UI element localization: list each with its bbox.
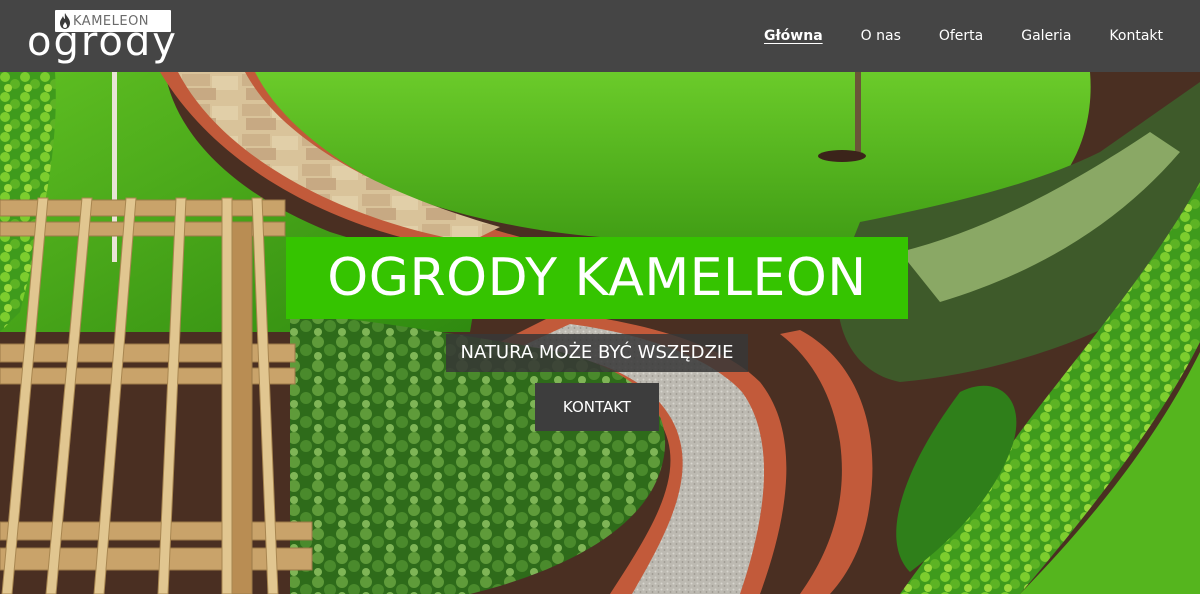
site-header: KAMELEON ogrody Główna O nas Oferta Gale… bbox=[0, 0, 1200, 72]
site-logo[interactable]: KAMELEON ogrody bbox=[27, 8, 178, 65]
hero-title: OGRODY KAMELEON bbox=[286, 237, 908, 319]
nav-item-galeria[interactable]: Galeria bbox=[1021, 28, 1071, 44]
nav-item-kontakt[interactable]: Kontakt bbox=[1109, 28, 1163, 44]
nav-item-oferta[interactable]: Oferta bbox=[939, 28, 983, 44]
nav-item-glowna[interactable]: Główna bbox=[764, 28, 823, 44]
nav-item-o-nas[interactable]: O nas bbox=[861, 28, 901, 44]
logo-wordmark: ogrody bbox=[27, 19, 178, 65]
hero-section: OGRODY KAMELEON NATURA MOŻE BYĆ WSZĘDZIE… bbox=[0, 72, 1200, 594]
garden-background-image bbox=[0, 72, 1200, 594]
contact-button[interactable]: KONTAKT bbox=[535, 383, 659, 431]
main-nav: Główna O nas Oferta Galeria Kontakt bbox=[726, 0, 1163, 72]
hero-subtitle: NATURA MOŻE BYĆ WSZĘDZIE bbox=[446, 334, 748, 372]
